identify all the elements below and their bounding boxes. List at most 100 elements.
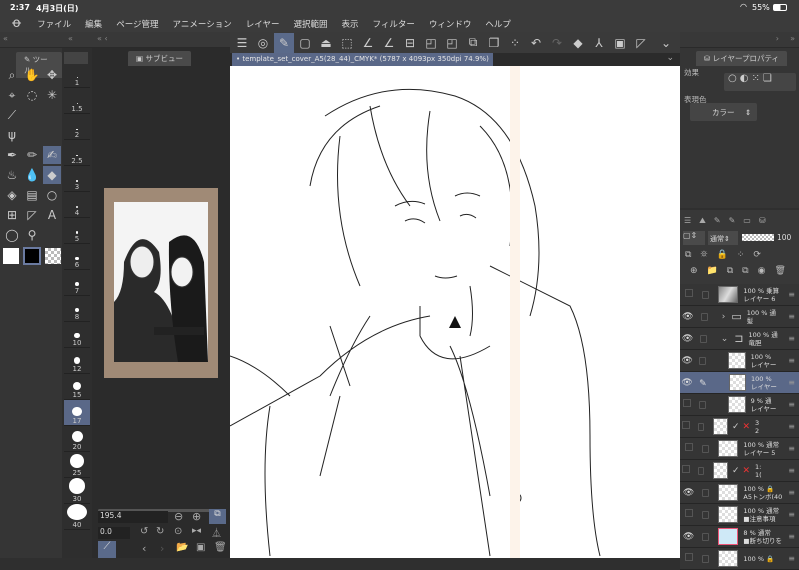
airbrush-tool-icon[interactable]: ♨ <box>3 166 21 184</box>
hidden-toggle[interactable] <box>680 289 697 300</box>
operation-tool-icon[interactable]: ⌖ <box>3 86 21 104</box>
subview-zoom-field[interactable]: 195.4 <box>98 511 168 523</box>
chevron-right-icon[interactable]: › <box>776 34 779 43</box>
brush-grass-icon[interactable]: ψ <box>3 126 21 144</box>
open-folder-icon[interactable]: 📂 <box>176 542 188 553</box>
zoom-out-icon[interactable]: ⊖ <box>174 510 183 523</box>
drag-handle-icon[interactable]: ≡ <box>788 334 795 343</box>
brush-size-item[interactable]: 1.5 <box>64 88 90 114</box>
brush-size-item[interactable]: 6 <box>64 244 90 270</box>
layer-edit-toggle[interactable] <box>700 312 708 321</box>
chevron-down-icon[interactable]: ⌄ <box>656 33 676 53</box>
brush-size-item[interactable]: 5 <box>64 218 90 244</box>
layer-row[interactable]: 100 % 乗算 レイヤー 6 ≡ <box>680 284 799 306</box>
chevron-down-icon[interactable]: ⌄ <box>666 53 674 63</box>
figure-tool-icon[interactable]: ○ <box>43 186 61 204</box>
brush-size-item[interactable]: 40 <box>64 504 90 530</box>
collapse-icon[interactable]: « <box>3 34 8 43</box>
layer-row[interactable]: 👁 8 % 通常 ■断ち切りを ≡ <box>680 526 799 548</box>
menu-animation[interactable]: アニメーション <box>173 18 232 30</box>
layer-edit-toggle[interactable] <box>702 510 710 519</box>
save-icon[interactable]: ⏏ <box>316 33 336 53</box>
canvas[interactable] <box>230 66 680 558</box>
hidden-toggle[interactable] <box>680 553 697 564</box>
blend-mode-select[interactable]: 通常⇕ <box>708 231 738 245</box>
menu-filter[interactable]: フィルター <box>372 18 414 30</box>
text-tool-icon[interactable]: A <box>43 206 61 224</box>
menu-edit[interactable]: 編集 <box>85 18 102 30</box>
layer-row[interactable]: 100 % 🔒 ≡ <box>680 548 799 570</box>
subview-preview[interactable] <box>104 188 218 378</box>
drag-handle-icon[interactable]: ≡ <box>788 422 795 431</box>
transparent-color-swatch[interactable] <box>45 248 61 264</box>
brush-size-item[interactable]: 20 <box>64 426 90 452</box>
drag-handle-icon[interactable]: ≡ <box>788 510 795 519</box>
layer-row[interactable]: 👁 ✎ 100 % レイヤー ≡ <box>680 372 799 394</box>
import-image-icon[interactable]: ▣ <box>196 542 205 553</box>
eye-icon[interactable]: 👁 <box>680 488 697 498</box>
pencil-tool-icon[interactable]: ✏ <box>23 146 41 164</box>
rotate-left-icon[interactable]: ↺ <box>140 526 148 537</box>
layer-panel-tabs[interactable]: ☰⛰✎✎▭⛁ <box>680 216 799 228</box>
subview-rotation-field[interactable]: 0.0 <box>98 527 130 539</box>
drag-handle-icon[interactable]: ≡ <box>788 444 795 453</box>
quick-access-icon[interactable]: ◎ <box>253 33 273 53</box>
ruler-tool-icon[interactable]: ◸ <box>23 206 41 224</box>
drag-handle-icon[interactable]: ≡ <box>788 488 795 497</box>
brush-size-item[interactable]: 7 <box>64 270 90 296</box>
layer-action-buttons[interactable]: ⊕📁⧉⧉◉🗑 <box>690 266 795 276</box>
menu-page[interactable]: ページ管理 <box>116 18 158 30</box>
eye-icon[interactable]: 👁 <box>680 312 696 322</box>
drag-handle-icon[interactable]: ≡ <box>788 290 795 299</box>
new-icon[interactable]: ▢ <box>295 33 315 53</box>
balloon-tool-icon[interactable]: ◯ <box>3 226 21 244</box>
brush-size-item[interactable]: 15 <box>64 374 90 400</box>
edit-mode-icon[interactable]: ✎ <box>274 32 294 53</box>
lasso-tool-icon[interactable]: ◌ <box>23 86 41 104</box>
reference-icon[interactable]: ▣ <box>610 33 630 53</box>
select-all-icon[interactable]: ⬚ <box>337 33 357 53</box>
collapse-icon[interactable]: « <box>68 34 73 43</box>
layer-row[interactable]: ✓ ✕ 1: 1(≡ <box>680 460 799 482</box>
menu-selection[interactable]: 選択範囲 <box>293 18 327 30</box>
layer-edit-toggle[interactable] <box>697 422 704 431</box>
menu-help[interactable]: ヘルプ <box>485 18 511 30</box>
eye-icon[interactable]: 👁 <box>680 356 694 366</box>
frame-tool-icon[interactable]: ⊞ <box>3 206 21 224</box>
move-tool-icon[interactable]: ✥ <box>43 66 61 84</box>
pen-pressure-icon[interactable]: ∠ <box>358 33 378 53</box>
menu-file[interactable]: ファイル <box>37 18 71 30</box>
layer-row[interactable]: ✓ ✕ 3 2 ≡ <box>680 416 799 438</box>
collapse-icon[interactable]: « ‹ <box>97 34 108 43</box>
brush-size-item[interactable]: 10 <box>64 322 90 348</box>
hidden-toggle[interactable] <box>680 421 693 432</box>
auto-select-icon[interactable]: ✳ <box>43 86 61 104</box>
hidden-toggle[interactable] <box>680 399 694 410</box>
copy-icon[interactable]: ⧉ <box>463 33 483 53</box>
chevron-right-icon[interactable]: › <box>722 312 726 322</box>
fill-icon[interactable]: ◆ <box>568 33 588 53</box>
opacity-slider[interactable] <box>742 234 774 241</box>
layer-edit-toggle[interactable]: ✎ <box>699 379 707 389</box>
layer-edit-toggle[interactable] <box>702 488 710 497</box>
undo-icon[interactable]: ↶ <box>526 33 546 53</box>
hidden-toggle[interactable] <box>680 509 697 520</box>
sub-color-swatch[interactable] <box>3 248 19 264</box>
hidden-toggle[interactable] <box>680 465 693 476</box>
brush-tool-icon[interactable]: ✍ <box>43 146 61 164</box>
eyedropper-icon[interactable]: ⟋ <box>98 541 116 558</box>
drag-handle-icon[interactable]: ≡ <box>788 554 795 563</box>
tab-layer-property[interactable]: ⛁ レイヤープロパティ <box>696 51 788 66</box>
main-color-swatch[interactable] <box>23 247 41 265</box>
document-tab[interactable]: • template_set_cover_A5(28_44)_CMYK* (57… <box>232 53 493 66</box>
layer-edit-toggle[interactable] <box>700 334 707 343</box>
pen-tool-icon[interactable]: ✒ <box>3 146 21 164</box>
transform-icon[interactable]: ⅄ <box>589 33 609 53</box>
drag-handle-icon[interactable]: ≡ <box>788 400 795 409</box>
eraser-tool-icon[interactable]: ◆ <box>43 166 61 184</box>
deselect-icon[interactable]: ⁘ <box>505 33 525 53</box>
menu-view[interactable]: 表示 <box>341 18 358 30</box>
app-logo-icon[interactable]: ꝋ <box>12 16 21 31</box>
hidden-toggle[interactable] <box>680 443 697 454</box>
correct-line-tool-icon[interactable]: ⚲ <box>23 226 41 244</box>
